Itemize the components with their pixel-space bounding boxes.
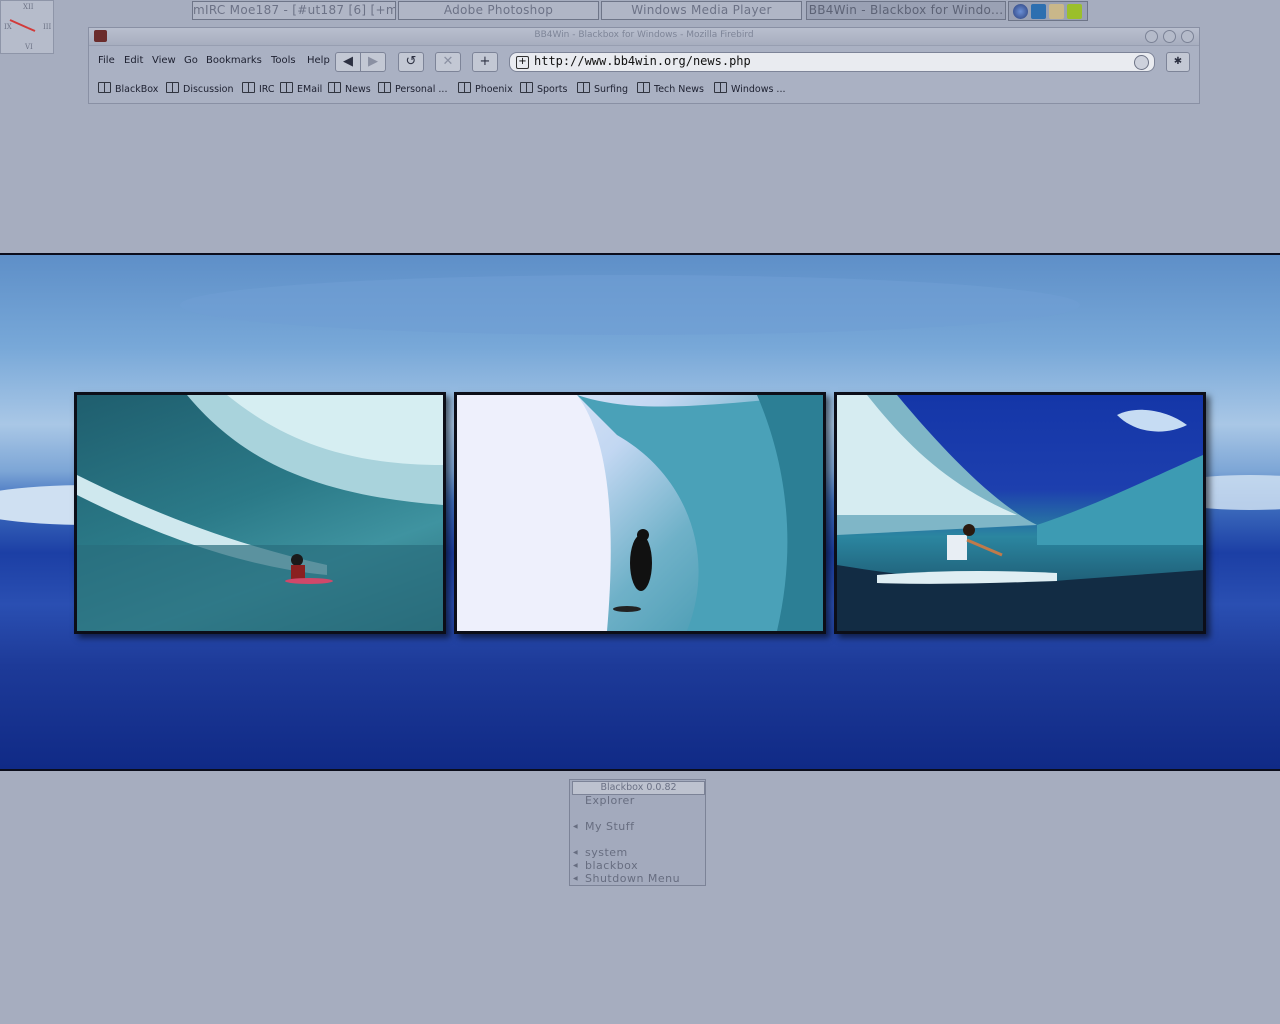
bookmark-folder-icon (520, 82, 533, 93)
bookmark-folder-icon (242, 82, 255, 93)
bookmark-irc[interactable]: IRC (242, 82, 275, 95)
wave-art-center (457, 395, 823, 631)
bookmark-folder-icon (280, 82, 293, 93)
submenu-arrow-icon: ◀ (573, 862, 579, 869)
window-title: BB4Win - Blackbox for Windows - Mozilla … (534, 30, 754, 40)
bookmarks-toolbar: BlackBox Discussion IRC EMail News Perso… (89, 80, 1199, 98)
menu-title: Blackbox 0.0.82 (572, 781, 705, 795)
go-icon[interactable] (1134, 55, 1149, 70)
task-photoshop[interactable]: Adobe Photoshop (398, 1, 599, 20)
task-media-player[interactable]: Windows Media Player (601, 1, 802, 20)
menu-item-system[interactable]: ◀ system (573, 846, 628, 859)
wave-art-right (837, 395, 1203, 631)
bookmark-folder-icon (637, 82, 650, 93)
task-bb4win-browser[interactable]: BB4Win - Blackbox for Windo... (806, 1, 1006, 20)
bookmark-folder-icon (98, 82, 111, 93)
bug-report-button[interactable]: ✱ (1166, 52, 1190, 72)
browser-titlebar[interactable]: BB4Win - Blackbox for Windows - Mozilla … (89, 28, 1199, 46)
maximize-button[interactable] (1163, 30, 1176, 43)
page-icon: + (516, 56, 529, 69)
url-bar[interactable]: + http://www.bb4win.org/news.php (509, 52, 1155, 72)
back-button[interactable]: ◀ (335, 52, 361, 72)
reload-button[interactable]: ↺ (398, 52, 424, 72)
bookmark-discussion[interactable]: Discussion (166, 82, 234, 95)
wallpaper-ocean-band (0, 253, 1280, 771)
bookmark-blackbox[interactable]: BlackBox (98, 82, 158, 95)
stop-button[interactable]: ✕ (435, 52, 461, 72)
minimize-button[interactable] (1145, 30, 1158, 43)
bookmark-phoenix[interactable]: Phoenix (458, 82, 513, 95)
new-tab-button[interactable]: + (472, 52, 498, 72)
bookmark-folder-icon (714, 82, 727, 93)
menu-item-explorer[interactable]: Explorer (585, 794, 635, 807)
browser-window: BB4Win - Blackbox for Windows - Mozilla … (88, 27, 1200, 104)
menu-tools[interactable]: Tools (271, 55, 296, 66)
menu-toolbar: File Edit View Go Bookmarks Tools Help ◀… (89, 48, 1199, 74)
url-text[interactable]: http://www.bb4win.org/news.php (534, 54, 751, 68)
menu-help[interactable]: Help (307, 55, 330, 66)
network-icon[interactable] (1031, 4, 1046, 19)
blackbox-icon[interactable] (1049, 4, 1064, 19)
bookmark-folder-icon (166, 82, 179, 93)
menu-go[interactable]: Go (184, 55, 198, 66)
menu-item-my-stuff[interactable]: ◀ My Stuff (573, 820, 635, 833)
blackbox-root-menu: Blackbox 0.0.82 Explorer ◀ My Stuff ◀ syst… (569, 779, 706, 886)
surf-photo-left (74, 392, 446, 634)
submenu-arrow-icon: ◀ (573, 875, 579, 882)
taskbar: mIRC Moe187 - [#ut187 [6] [+mnt... Adobe… (192, 1, 1088, 21)
surf-photo-center (454, 392, 826, 634)
forward-button[interactable]: ▶ (360, 52, 386, 72)
nvidia-icon[interactable] (1067, 4, 1082, 19)
menu-bookmarks[interactable]: Bookmarks (206, 55, 262, 66)
globe-icon[interactable] (1013, 4, 1028, 19)
menu-item-shutdown[interactable]: ◀ Shutdown Menu (573, 872, 680, 885)
task-mirc[interactable]: mIRC Moe187 - [#ut187 [6] [+mnt... (192, 1, 396, 20)
bookmark-news[interactable]: News (328, 82, 371, 95)
bookmark-folder-icon (328, 82, 341, 93)
surf-photo-right (834, 392, 1206, 634)
menu-file[interactable]: File (98, 55, 115, 66)
bookmark-windows[interactable]: Windows ... (714, 82, 786, 95)
system-tray (1008, 1, 1088, 21)
wave-art-left (77, 395, 443, 631)
menu-view[interactable]: View (152, 55, 176, 66)
cloud (180, 275, 1080, 335)
bookmark-folder-icon (378, 82, 391, 93)
bookmark-tech-news[interactable]: Tech News (637, 82, 704, 95)
close-button[interactable] (1181, 30, 1194, 43)
clock-hands (9, 19, 36, 32)
bookmark-email[interactable]: EMail (280, 82, 322, 95)
submenu-arrow-icon: ◀ (573, 823, 579, 830)
menu-edit[interactable]: Edit (124, 55, 143, 66)
bookmark-personal[interactable]: Personal ... (378, 82, 447, 95)
bookmark-folder-icon (577, 82, 590, 93)
submenu-arrow-icon: ◀ (573, 849, 579, 856)
menu-item-blackbox[interactable]: ◀ blackbox (573, 859, 638, 872)
analog-clock: XII III VI IX (0, 0, 54, 54)
bookmark-surfing[interactable]: Surfing (577, 82, 628, 95)
bookmark-folder-icon (458, 82, 471, 93)
bookmark-sports[interactable]: Sports (520, 82, 567, 95)
